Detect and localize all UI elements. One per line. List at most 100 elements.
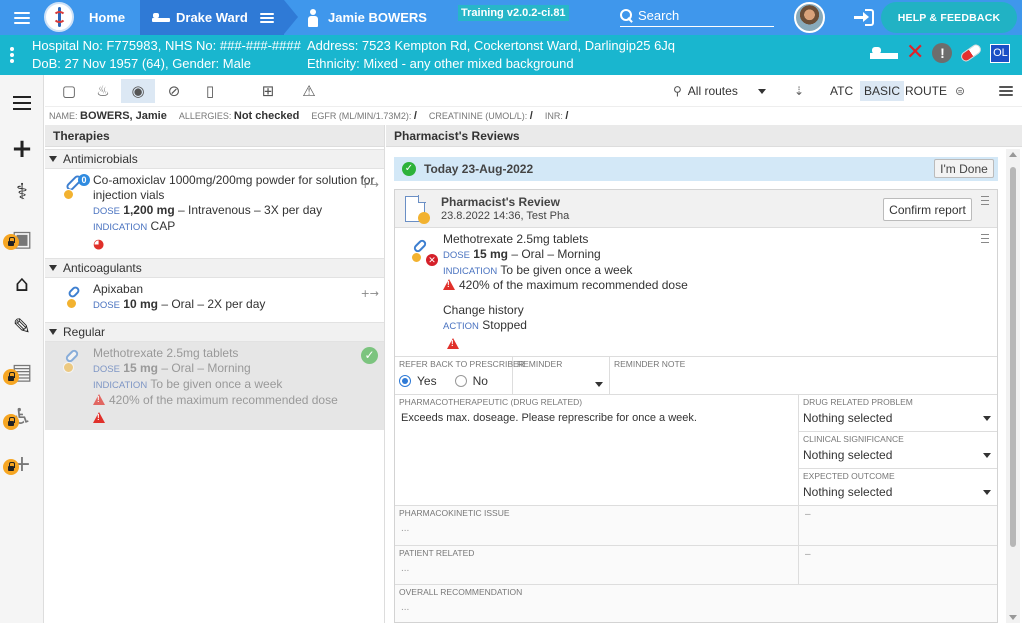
patient-banner: Hospital No: F775983, NHS No: ###-###-##… xyxy=(0,35,1022,75)
bed-status-icon[interactable] xyxy=(870,45,898,61)
reminder-select[interactable] xyxy=(517,375,603,393)
nav-add[interactable]: + xyxy=(0,129,44,169)
patient-breadcrumb[interactable]: Jamie BOWERS xyxy=(328,0,427,35)
menu-icon xyxy=(999,86,1013,96)
scroll-up-icon[interactable] xyxy=(1009,152,1017,157)
cross-alert-icon[interactable]: ✕ xyxy=(906,42,924,64)
ward-list-icon[interactable] xyxy=(259,12,274,23)
scrollbar-thumb[interactable] xyxy=(1010,167,1016,547)
basic-view-button[interactable]: BASIC xyxy=(860,81,905,101)
nav-home[interactable]: ⌂ xyxy=(0,265,44,305)
tool-review[interactable]: ◉ xyxy=(121,79,155,103)
expected-outcome-select[interactable]: Nothing selected xyxy=(803,483,991,501)
review-document-icon xyxy=(405,195,430,224)
pharmacotherapeutic-field[interactable]: PHARMACOTHERAPEUTIC (DRUG RELATED) Excee… xyxy=(395,395,799,506)
reviews-title: Pharmacist's Reviews xyxy=(386,125,1022,147)
nav-records[interactable]: ▤ xyxy=(0,353,44,393)
section-antimicrobials[interactable]: Antimicrobials xyxy=(45,149,384,169)
atc-view-button[interactable]: ATC xyxy=(826,81,857,101)
dose-label: DOSE xyxy=(93,300,120,311)
routes-icon: ⚲ xyxy=(673,84,682,98)
tool-add-report[interactable]: ⊞ xyxy=(251,79,285,103)
nav-camera[interactable]: ▣ xyxy=(0,220,44,260)
therapy-menu-icon[interactable] xyxy=(981,234,989,243)
pill-oral-icon xyxy=(63,284,87,310)
nav-sign[interactable]: ✎ xyxy=(0,308,44,348)
nav-list[interactable] xyxy=(0,83,44,123)
expected-outcome-label: EXPECTED OUTCOME xyxy=(803,471,895,481)
reviews-scrollbar[interactable] xyxy=(1006,149,1020,623)
pill-icon[interactable] xyxy=(959,42,984,64)
chevron-down-icon xyxy=(757,88,766,94)
app-logo[interactable] xyxy=(44,2,74,32)
drug-problem-select[interactable]: Nothing selected xyxy=(803,409,991,427)
refer-back-row: REFER BACK TO PRESCRIBER Yes No REMINDER… xyxy=(395,356,997,395)
tool-infusion[interactable]: ♨ xyxy=(86,79,120,103)
antibiotic-signal-icon: ◕ xyxy=(93,237,105,252)
section-regular[interactable]: Regular xyxy=(45,322,384,342)
home-breadcrumb[interactable]: Home xyxy=(89,0,125,35)
clinical-significance-select[interactable]: Nothing selected xyxy=(803,446,991,464)
confirm-report-button[interactable]: Confirm report xyxy=(883,198,972,221)
pharmacotherapeutic-value: Exceeds max. doseage. Please represcribe… xyxy=(401,412,697,424)
search-input[interactable]: Search xyxy=(620,5,774,27)
tool-overview[interactable]: ▢ xyxy=(52,79,86,103)
lock-icon xyxy=(3,459,19,475)
therapy-toolbar: ▢ ♨ ◉ ⊘ ▯ ⊞ ⚠ ⚲ All routes ⇣ ATC BASIC R… xyxy=(45,75,1022,107)
list-icon xyxy=(13,96,31,110)
overall-recommendation-field[interactable]: OVERALL RECOMMENDATION ... xyxy=(395,585,997,623)
ward-breadcrumb[interactable]: Drake Ward xyxy=(140,0,284,35)
indication-value: CAP xyxy=(150,219,176,233)
ol-badge[interactable]: OL xyxy=(990,43,1011,63)
dose-label: DOSE xyxy=(443,250,470,261)
scroll-down-icon[interactable] xyxy=(1009,615,1017,620)
section-anticoagulants[interactable]: Anticoagulants xyxy=(45,258,384,278)
breadcrumb-separator xyxy=(284,0,298,34)
pharmacokinetic-label: PHARMACOKINETIC ISSUE xyxy=(399,508,510,518)
banner-more-icon[interactable] xyxy=(10,47,14,63)
nav-stethoscope[interactable]: ⚕ xyxy=(0,173,44,213)
warning-triangle-icon xyxy=(93,394,105,405)
reminder-note-field[interactable]: REMINDER NOTE xyxy=(610,357,997,395)
allergies-value: Not checked xyxy=(233,110,300,122)
refer-no-radio[interactable] xyxy=(454,375,467,387)
user-avatar[interactable] xyxy=(794,2,825,33)
nav-add-item[interactable]: + xyxy=(0,445,44,485)
name-value: BOWERS, Jamie xyxy=(80,110,167,122)
change-history: Change history xyxy=(443,303,524,317)
grid-icon: ▢ xyxy=(61,82,77,100)
help-feedback-button[interactable]: HELP & FEEDBACK xyxy=(881,2,1017,33)
search-placeholder: Search xyxy=(638,8,680,23)
main-menu-button[interactable] xyxy=(14,0,36,35)
pharmacokinetic-field[interactable]: PHARMACOKINETIC ISSUE ... xyxy=(395,506,799,546)
sort-icon[interactable]: ⇣ xyxy=(790,81,808,101)
layers-icon[interactable]: ⊜ xyxy=(951,81,969,101)
review-date: Today 23-Aug-2022 xyxy=(424,162,534,176)
route-view-button[interactable]: ROUTE xyxy=(901,81,951,101)
therapy-item[interactable]: 0 Co-amoxiclav 1000mg/200mg powder for s… xyxy=(45,169,384,258)
tool-warnings[interactable]: ⚠ xyxy=(292,79,326,103)
tool-document[interactable]: ▯ xyxy=(193,79,227,103)
therapy-item[interactable]: Apixaban DOSE 10 mg – Oral – 2X per day … xyxy=(45,278,384,322)
dose-details: – Oral – 2X per day xyxy=(161,297,266,311)
egfr-label: EGFR (ML/MIN/1.73M2): xyxy=(311,111,412,121)
patient-address: Address: 7523 Kempton Rd, Cockertonst Wa… xyxy=(307,38,676,53)
warning-icon[interactable]: ! xyxy=(932,43,953,63)
tool-history[interactable]: ⊘ xyxy=(157,79,191,103)
nav-activity[interactable]: ♿ xyxy=(0,398,44,438)
routes-select[interactable]: ⚲ All routes xyxy=(673,81,766,101)
review-menu-icon[interactable] xyxy=(981,196,989,205)
therapy-item[interactable]: Methotrexate 2.5mg tablets DOSE 15 mg – … xyxy=(45,342,384,430)
chevron-down-icon xyxy=(595,381,603,387)
refer-yes-radio[interactable] xyxy=(399,375,411,387)
logout-icon[interactable] xyxy=(854,9,874,26)
lock-icon xyxy=(3,369,19,385)
im-done-button[interactable]: I'm Done xyxy=(934,159,994,178)
patient-related-field[interactable]: PATIENT RELATED ... xyxy=(395,546,799,585)
expand-arrows-icon[interactable]: +→ xyxy=(361,286,379,301)
toolbar-menu-button[interactable] xyxy=(995,81,1017,101)
dose-label: DOSE xyxy=(93,206,120,217)
pharmacotherapeutic-row: PHARMACOTHERAPEUTIC (DRUG RELATED) Excee… xyxy=(395,394,997,506)
expand-arrows-icon[interactable]: +→ xyxy=(361,177,379,192)
inr-label: INR: xyxy=(544,111,563,121)
